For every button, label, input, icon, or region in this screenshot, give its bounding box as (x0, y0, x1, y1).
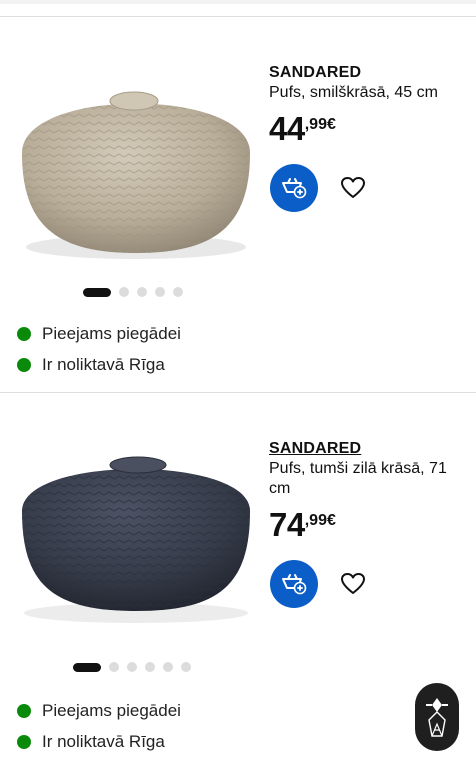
heart-icon[interactable] (340, 571, 366, 597)
product-price: 74,99€ (269, 507, 469, 550)
chat-assistant-button[interactable] (415, 683, 459, 751)
availability-store: Ir noliktavā Rīga (17, 349, 181, 380)
chat-assistant-icon (426, 698, 448, 737)
status-dot (17, 357, 31, 372)
product-price: 44,99€ (269, 111, 469, 154)
carousel-dot[interactable] (73, 662, 101, 672)
carousel-dot[interactable] (119, 287, 129, 297)
product-info: SANDARED Pufs, smilškrāsā, 45 cm 44,99€ (269, 63, 469, 154)
availability-store: Ir noliktavā Rīga (17, 726, 181, 757)
availability-delivery: Pieejams piegādei (17, 318, 181, 349)
price-integer: 44 (269, 110, 305, 147)
status-dot (17, 703, 31, 718)
price-integer: 74 (269, 506, 305, 543)
product-description: Pufs, tumši zilā krāsā, 71 cm (269, 460, 447, 497)
availability-list: Pieejams piegādei Ir noliktavā Rīga (17, 318, 181, 380)
product-image[interactable] (14, 57, 258, 267)
image-carousel-dots[interactable] (73, 662, 191, 672)
carousel-dot[interactable] (127, 662, 137, 672)
image-carousel-dots[interactable] (83, 287, 183, 297)
add-to-cart-icon (282, 574, 307, 595)
product-info: SANDARED Pufs, tumši zilā krāsā, 71 cm 7… (269, 439, 469, 550)
carousel-dot[interactable] (83, 287, 111, 297)
carousel-dot[interactable] (173, 287, 183, 297)
product-name[interactable]: SANDARED (269, 63, 469, 83)
carousel-dot[interactable] (163, 662, 173, 672)
carousel-dot[interactable] (109, 662, 119, 672)
availability-text: Pieejams piegādei (42, 700, 181, 720)
price-decimal: ,99€ (304, 116, 336, 133)
status-dot (17, 326, 31, 341)
availability-text: Pieejams piegādei (42, 323, 181, 343)
product-image[interactable] (14, 435, 258, 645)
carousel-dot[interactable] (145, 662, 155, 672)
carousel-dot[interactable] (137, 287, 147, 297)
carousel-dot[interactable] (155, 287, 165, 297)
product-description: Pufs, smilškrāsā, 45 cm (269, 84, 438, 101)
availability-text: Ir noliktavā Rīga (42, 731, 165, 751)
top-edge (0, 0, 476, 4)
product-card[interactable]: SANDARED Pufs, tumši zilā krāsā, 71 cm 7… (0, 393, 476, 768)
product-card[interactable]: SANDARED Pufs, smilškrāsā, 45 cm 44,99€ … (0, 17, 476, 392)
status-dot (17, 734, 31, 749)
availability-delivery: Pieejams piegādei (17, 695, 181, 726)
price-decimal: ,99€ (304, 512, 336, 529)
heart-icon[interactable] (340, 175, 366, 201)
add-to-cart-button[interactable] (270, 164, 318, 212)
availability-list: Pieejams piegādei Ir noliktavā Rīga (17, 695, 181, 757)
add-to-cart-icon (282, 178, 307, 199)
product-name[interactable]: SANDARED (269, 439, 469, 459)
carousel-dot[interactable] (181, 662, 191, 672)
add-to-cart-button[interactable] (270, 560, 318, 608)
availability-text: Ir noliktavā Rīga (42, 354, 165, 374)
